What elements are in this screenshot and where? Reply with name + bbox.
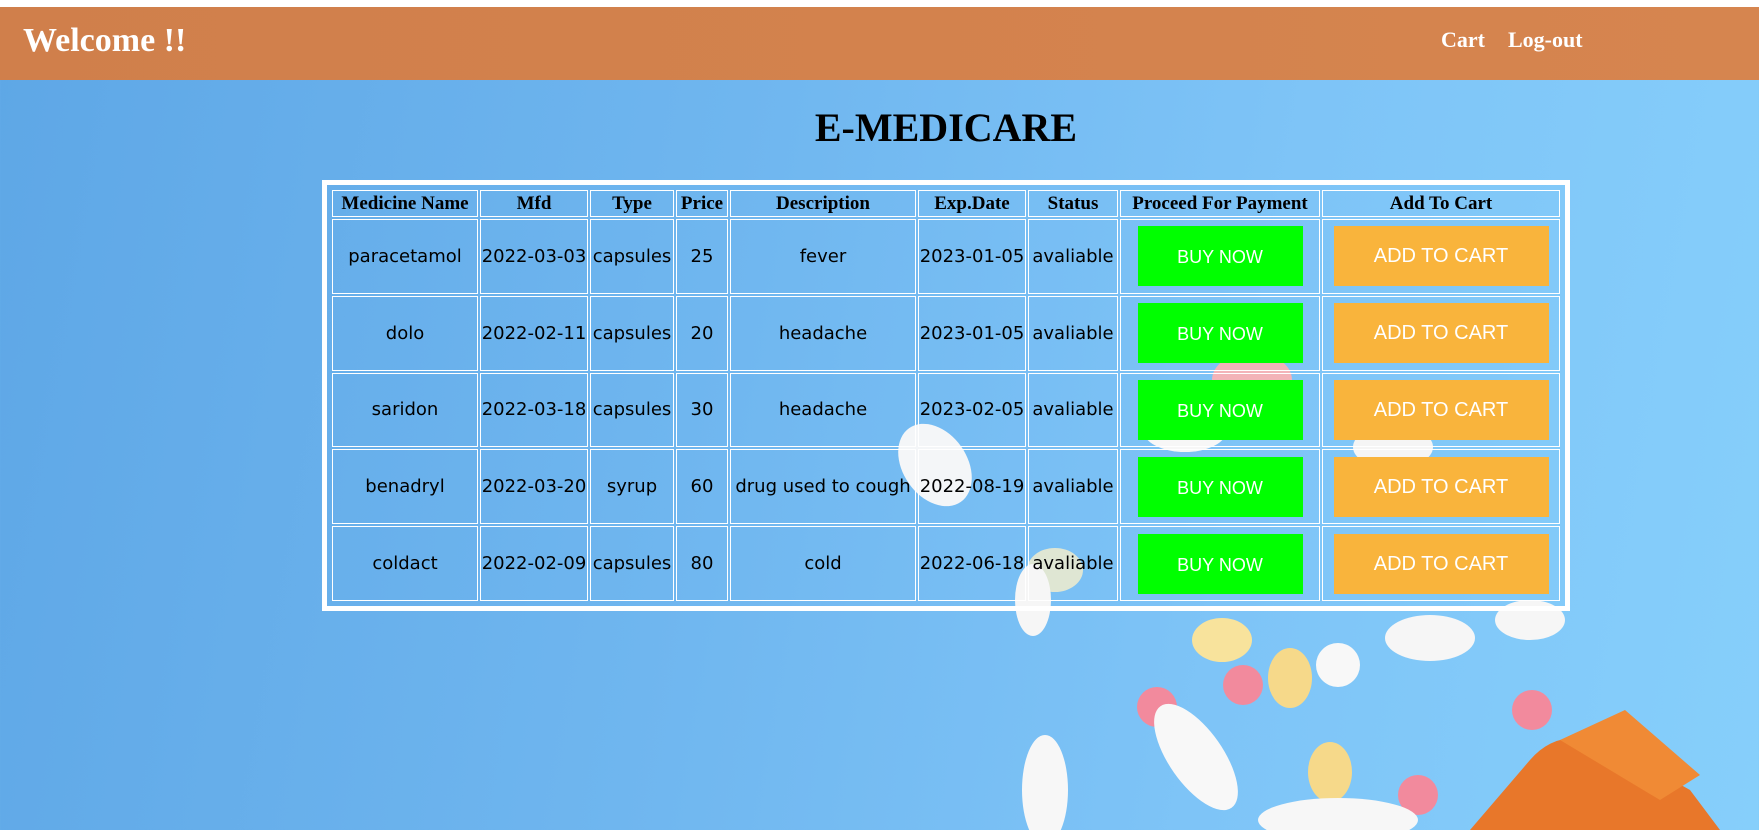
cell-medicine-name: saridon bbox=[332, 372, 478, 448]
cell-medicine-name: dolo bbox=[332, 295, 478, 371]
cell-buy: BUY NOW bbox=[1120, 449, 1320, 525]
cell-status: avaliable bbox=[1028, 526, 1118, 601]
cell-mfd: 2022-02-11 bbox=[480, 295, 588, 371]
cell-type: capsules bbox=[590, 295, 674, 371]
buy-now-button[interactable]: BUY NOW bbox=[1137, 456, 1303, 517]
add-to-cart-button[interactable]: ADD TO CART bbox=[1333, 533, 1549, 594]
cell-price: 25 bbox=[676, 219, 728, 294]
navbar: Welcome !! Cart Log-out bbox=[0, 7, 1759, 80]
cell-price: 80 bbox=[676, 526, 728, 601]
cell-add-to-cart: ADD TO CART bbox=[1322, 526, 1560, 601]
cell-status: avaliable bbox=[1028, 449, 1118, 525]
cell-description: headache bbox=[730, 372, 916, 448]
cell-status: avaliable bbox=[1028, 295, 1118, 371]
table-row: benadryl 2022-03-20 syrup 60 drug used t… bbox=[332, 449, 1560, 525]
cell-add-to-cart: ADD TO CART bbox=[1322, 295, 1560, 371]
header-medicine-name: Medicine Name bbox=[332, 190, 478, 217]
header-add-to-cart: Add To Cart bbox=[1322, 190, 1560, 217]
cell-add-to-cart: ADD TO CART bbox=[1322, 372, 1560, 448]
medicine-table-container: Medicine Name Mfd Type Price Description… bbox=[322, 180, 1570, 611]
cell-buy: BUY NOW bbox=[1120, 372, 1320, 448]
welcome-heading: Welcome !! bbox=[23, 22, 187, 59]
cell-exp-date: 2022-06-18 bbox=[918, 526, 1026, 601]
cell-type: syrup bbox=[590, 449, 674, 525]
cell-mfd: 2022-02-09 bbox=[480, 526, 588, 601]
cell-status: avaliable bbox=[1028, 219, 1118, 294]
cell-type: capsules bbox=[590, 372, 674, 448]
table-row: paracetamol 2022-03-03 capsules 25 fever… bbox=[332, 219, 1560, 294]
nav-logout-link[interactable]: Log-out bbox=[1508, 27, 1583, 53]
cell-status: avaliable bbox=[1028, 372, 1118, 448]
nav-cart-link[interactable]: Cart bbox=[1441, 27, 1485, 53]
cell-buy: BUY NOW bbox=[1120, 295, 1320, 371]
buy-now-button[interactable]: BUY NOW bbox=[1137, 226, 1303, 287]
header-type: Type bbox=[590, 190, 674, 217]
cell-mfd: 2022-03-20 bbox=[480, 449, 588, 525]
medicine-table: Medicine Name Mfd Type Price Description… bbox=[330, 188, 1562, 603]
cell-exp-date: 2023-01-05 bbox=[918, 295, 1026, 371]
cell-description: headache bbox=[730, 295, 916, 371]
cell-medicine-name: coldact bbox=[332, 526, 478, 601]
cell-add-to-cart: ADD TO CART bbox=[1322, 449, 1560, 525]
page-title: E-MEDICARE bbox=[814, 105, 1078, 150]
header-status: Status bbox=[1028, 190, 1118, 217]
header-description: Description bbox=[730, 190, 916, 217]
table-row: coldact 2022-02-09 capsules 80 cold 2022… bbox=[332, 526, 1560, 601]
cell-price: 60 bbox=[676, 449, 728, 525]
buy-now-button[interactable]: BUY NOW bbox=[1137, 379, 1303, 440]
top-strip bbox=[0, 0, 1759, 7]
header-proceed-for-payment: Proceed For Payment bbox=[1120, 190, 1320, 217]
buy-now-button[interactable]: BUY NOW bbox=[1137, 303, 1303, 364]
add-to-cart-button[interactable]: ADD TO CART bbox=[1333, 226, 1549, 287]
cell-type: capsules bbox=[590, 526, 674, 601]
cell-price: 20 bbox=[676, 295, 728, 371]
cell-exp-date: 2023-01-05 bbox=[918, 219, 1026, 294]
cell-description: cold bbox=[730, 526, 916, 601]
table-row: saridon 2022-03-18 capsules 30 headache … bbox=[332, 372, 1560, 448]
cell-price: 30 bbox=[676, 372, 728, 448]
add-to-cart-button[interactable]: ADD TO CART bbox=[1333, 303, 1549, 364]
cell-type: capsules bbox=[590, 219, 674, 294]
header-price: Price bbox=[676, 190, 728, 217]
cell-medicine-name: paracetamol bbox=[332, 219, 478, 294]
cell-mfd: 2022-03-18 bbox=[480, 372, 588, 448]
cell-medicine-name: benadryl bbox=[332, 449, 478, 525]
cell-buy: BUY NOW bbox=[1120, 219, 1320, 294]
table-header-row: Medicine Name Mfd Type Price Description… bbox=[332, 190, 1560, 217]
header-exp-date: Exp.Date bbox=[918, 190, 1026, 217]
table-row: dolo 2022-02-11 capsules 20 headache 202… bbox=[332, 295, 1560, 371]
cell-buy: BUY NOW bbox=[1120, 526, 1320, 601]
cell-exp-date: 2023-02-05 bbox=[918, 372, 1026, 448]
add-to-cart-button[interactable]: ADD TO CART bbox=[1333, 379, 1549, 440]
cell-mfd: 2022-03-03 bbox=[480, 219, 588, 294]
buy-now-button[interactable]: BUY NOW bbox=[1137, 533, 1303, 594]
add-to-cart-button[interactable]: ADD TO CART bbox=[1333, 456, 1549, 517]
cell-add-to-cart: ADD TO CART bbox=[1322, 219, 1560, 294]
cell-description: fever bbox=[730, 219, 916, 294]
header-mfd: Mfd bbox=[480, 190, 588, 217]
cell-description: drug used to cough bbox=[730, 449, 916, 525]
cell-exp-date: 2022-08-19 bbox=[918, 449, 1026, 525]
